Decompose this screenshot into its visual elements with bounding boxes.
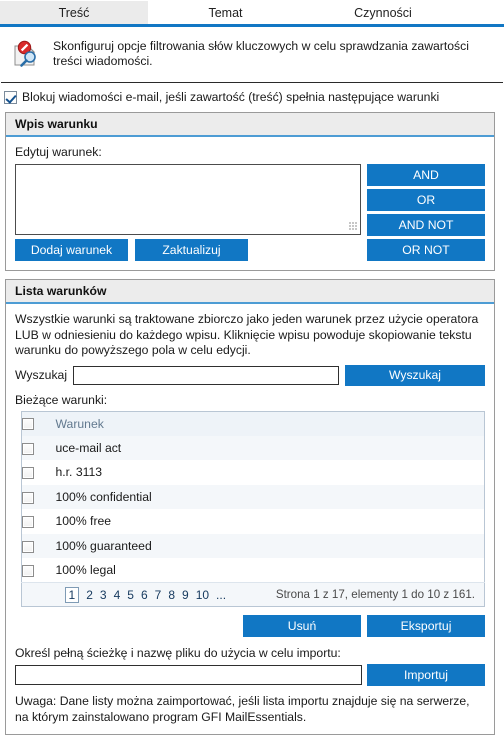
tab-tresc-label: Treść <box>58 5 90 20</box>
import-footnote: Uwaga: Dane listy można zaimportować, je… <box>15 694 470 724</box>
blocked-message-search-icon <box>11 36 49 72</box>
page-link-4[interactable]: 4 <box>114 588 121 602</box>
page-links: 1 2 3 4 5 6 7 8 9 10 ... <box>64 586 226 603</box>
search-label: Wyszukaj <box>15 368 68 382</box>
pagination-cell: 1 2 3 4 5 6 7 8 9 10 ... Strona 1 z 17, … <box>55 582 485 607</box>
condition-action-row: Dodaj warunek Zaktualizuj <box>15 239 361 261</box>
page-description-text: Skonfiguruj opcje filtrowania słów klucz… <box>53 39 469 68</box>
pagination-spacer <box>21 582 56 607</box>
row-value: 100% confidential <box>55 489 152 504</box>
search-input[interactable] <box>73 365 339 385</box>
row-select-cell[interactable] <box>22 509 56 534</box>
conditions-table: Warunek uce-mail act h.r. 3113 100% conf… <box>21 410 485 607</box>
condition-list-body: Wszystkie warunki są traktowane zbiorczo… <box>6 304 494 734</box>
page-description: Skonfiguruj opcje filtrowania słów klucz… <box>1 27 503 83</box>
condition-textarea-wrap <box>15 164 361 235</box>
table-row[interactable]: 100% guaranteed <box>21 533 485 559</box>
row-select-cell[interactable] <box>22 534 56 559</box>
condition-entry-title: Wpis warunku <box>6 113 494 137</box>
tab-tresc[interactable]: Treść <box>0 1 148 24</box>
row-checkbox[interactable] <box>22 564 34 577</box>
operator-or-not-button[interactable]: OR NOT <box>367 239 485 261</box>
row-value: h.r. 3113 <box>55 465 103 480</box>
row-value: 100% legal <box>55 563 116 577</box>
operator-and-not-button[interactable]: AND NOT <box>367 214 485 236</box>
page-link-1[interactable]: 1 <box>64 586 80 603</box>
tab-czynnosci-label: Czynności <box>354 5 412 20</box>
table-row[interactable]: uce-mail act <box>21 435 485 461</box>
page-link-9[interactable]: 9 <box>182 588 189 602</box>
import-path-input[interactable] <box>15 665 362 685</box>
row-select-cell[interactable] <box>22 558 56 583</box>
table-row[interactable]: h.r. 3113 <box>21 460 485 485</box>
condition-list-title: Lista warunków <box>6 280 494 304</box>
current-conditions-label: Bieżące warunki: <box>15 392 108 407</box>
operator-or-button[interactable]: OR <box>367 189 485 211</box>
page-link-8[interactable]: 8 <box>168 588 175 602</box>
operator-and-button[interactable]: AND <box>367 164 485 186</box>
pagination: 1 2 3 4 5 6 7 8 9 10 ... Strona 1 z 17, … <box>56 584 485 606</box>
operator-button-group: AND OR AND NOT OR NOT <box>367 164 485 261</box>
row-checkbox[interactable] <box>22 540 34 553</box>
import-row: Importuj <box>15 664 485 686</box>
condition-entry-panel: Wpis warunku Edytuj warunek: Dodaj warun… <box>5 112 495 271</box>
condition-entry-left: Dodaj warunek Zaktualizuj <box>15 164 361 261</box>
row-checkbox[interactable] <box>22 491 34 504</box>
page-link-6[interactable]: 6 <box>141 588 148 602</box>
row-checkbox[interactable] <box>22 516 34 529</box>
condition-list-note: Wszystkie warunki są traktowane zbiorczo… <box>15 312 479 357</box>
row-checkbox[interactable] <box>22 442 34 455</box>
row-value: 100% free <box>55 514 112 529</box>
column-header-warunek: Warunek <box>55 416 104 431</box>
condition-list-panel: Lista warunków Wszystkie warunki są trak… <box>5 279 495 735</box>
pagination-row: 1 2 3 4 5 6 7 8 9 10 ... Strona 1 z 17, … <box>21 582 485 607</box>
edit-condition-label: Edytuj warunek: <box>15 145 102 159</box>
delete-button[interactable]: Usuń <box>243 615 361 637</box>
block-emails-checkbox-row[interactable]: Blokuj wiadomości e-mail, jeśli zawartoś… <box>0 83 504 112</box>
pagination-status: Strona 1 z 17, elementy 1 do 10 z 161. <box>275 588 475 601</box>
update-condition-button[interactable]: Zaktualizuj <box>135 239 248 261</box>
block-emails-checkbox[interactable] <box>4 90 17 104</box>
tab-czynnosci[interactable]: Czynności <box>303 1 463 24</box>
tab-temat[interactable]: Temat <box>148 1 303 24</box>
table-row[interactable]: 100% legal <box>21 558 485 583</box>
search-button[interactable]: Wyszukaj <box>345 364 485 386</box>
row-value: 100% guaranteed <box>55 538 152 553</box>
grid-action-row: Usuń Eksportuj <box>15 615 485 637</box>
page-link-3[interactable]: 3 <box>100 588 107 602</box>
condition-entry-body: Edytuj warunek: Dodaj warunek Zaktualizu… <box>6 137 494 270</box>
table-row[interactable]: 100% confidential <box>21 484 485 510</box>
import-path-label: Określ pełną ścieżkę i nazwę pliku do uż… <box>15 646 341 660</box>
condition-entry-row: Dodaj warunek Zaktualizuj AND OR AND NOT… <box>15 164 485 261</box>
condition-textarea[interactable] <box>15 164 361 235</box>
tab-temat-label: Temat <box>208 5 243 20</box>
export-button[interactable]: Eksportuj <box>367 615 485 637</box>
row-select-cell[interactable] <box>22 436 56 461</box>
page-link-7[interactable]: 7 <box>155 588 162 602</box>
page-link-10[interactable]: 10 <box>196 588 209 602</box>
block-emails-label: Blokuj wiadomości e-mail, jeśli zawartoś… <box>22 90 440 104</box>
select-all-cell[interactable] <box>22 411 56 436</box>
search-row: Wyszukaj Wyszukaj <box>15 364 485 386</box>
tab-bar: Treść Temat Czynności <box>0 0 504 27</box>
select-all-checkbox[interactable] <box>22 418 34 431</box>
page-link-more[interactable]: ... <box>216 588 226 602</box>
row-select-cell[interactable] <box>22 485 56 510</box>
page-link-5[interactable]: 5 <box>127 588 134 602</box>
page-link-2[interactable]: 2 <box>86 588 93 602</box>
row-checkbox[interactable] <box>22 467 34 480</box>
import-button[interactable]: Importuj <box>367 664 485 686</box>
row-value: uce-mail act <box>55 440 122 455</box>
add-condition-button[interactable]: Dodaj warunek <box>15 239 128 261</box>
content-filter-page: Treść Temat Czynności Skonfiguruj opcje … <box>0 0 504 755</box>
row-select-cell[interactable] <box>22 460 56 485</box>
table-row[interactable]: 100% free <box>21 509 485 534</box>
table-header-row: Warunek <box>21 411 485 436</box>
